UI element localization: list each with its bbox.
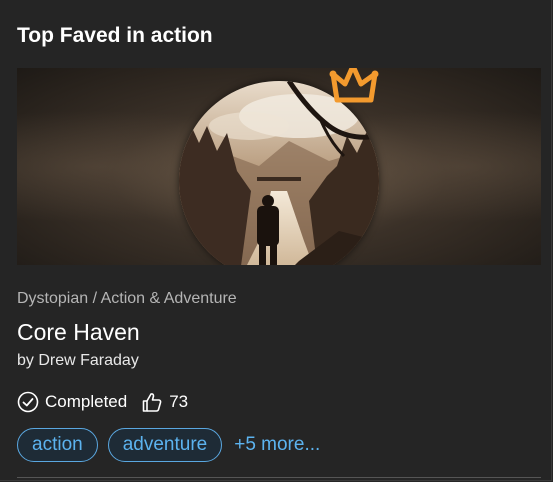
tag-adventure[interactable]: adventure — [107, 428, 223, 462]
tag-action[interactable]: action — [17, 428, 98, 462]
completion-status: Completed — [17, 391, 127, 413]
more-tags-link[interactable]: +5 more... — [234, 434, 320, 456]
book-title[interactable]: Core Haven — [17, 319, 140, 346]
book-stats: Completed 73 — [17, 390, 188, 414]
book-cover-image[interactable] — [179, 81, 379, 265]
thumbs-up-icon — [142, 393, 162, 412]
status-label: Completed — [45, 392, 128, 411]
book-genre[interactable]: Dystopian / Action & Adventure — [17, 290, 237, 308]
book-author[interactable]: by Drew Faraday — [17, 352, 139, 370]
section-title: Top Faved in action — [17, 24, 213, 47]
divider — [17, 477, 541, 478]
tag-list: action adventure +5 more... — [17, 428, 320, 462]
book-cover-banner[interactable] — [17, 68, 541, 265]
crown-icon — [329, 68, 379, 103]
likes-count: 73 — [141, 391, 188, 413]
likes-value: 73 — [169, 392, 189, 411]
check-circle-icon — [17, 391, 39, 413]
